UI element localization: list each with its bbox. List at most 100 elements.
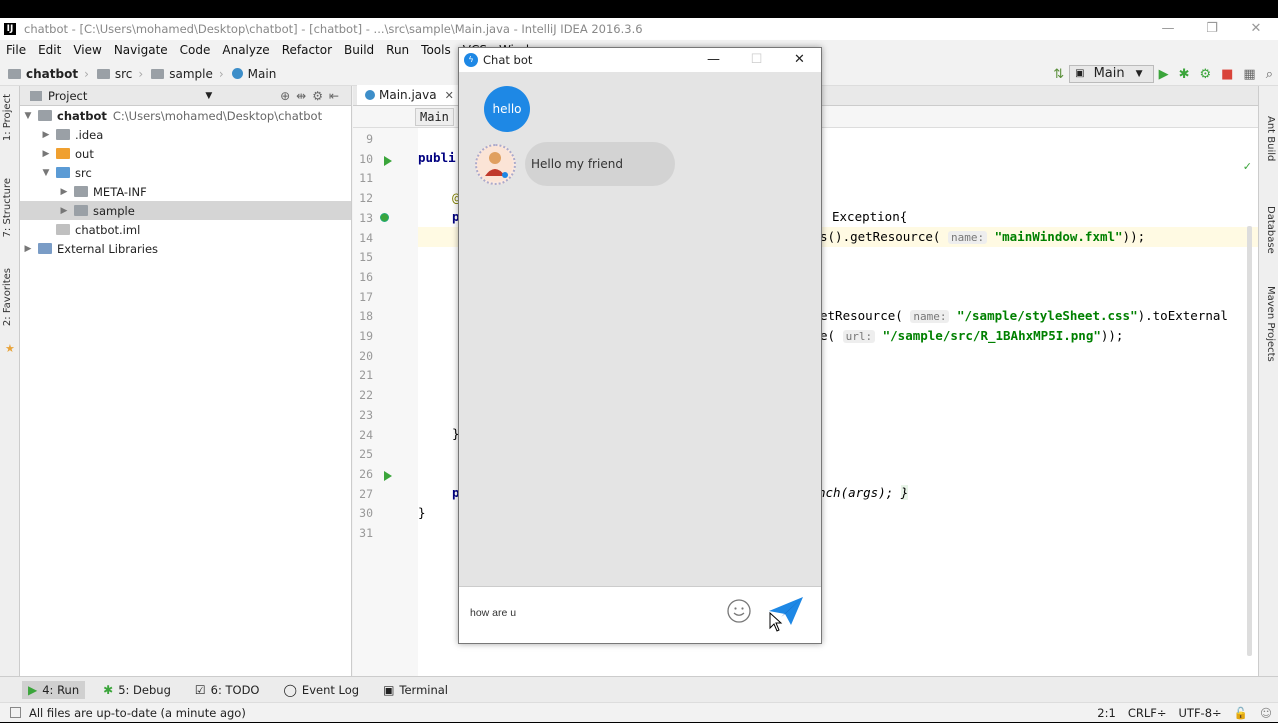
breadcrumb-sample[interactable]: sample › [151,67,224,81]
run-icon[interactable]: ▶ [1159,67,1169,82]
right-tool-strip: Ant Build Database Maven Projects [1258,86,1278,676]
tab-debug[interactable]: ✱ 5: Debug [97,681,177,699]
cursor-position[interactable]: 2:1 [1097,706,1116,720]
tree-item[interactable]: ▶ External Libraries [20,239,351,258]
menu-code[interactable]: Code [180,43,211,57]
chat-close-button[interactable]: ✕ [778,48,821,72]
tree-item-label: chatbot [57,108,107,123]
ide-titlebar: IJ chatbot - [C:\Users\mohamed\Desktop\c… [0,18,1278,40]
file-encoding[interactable]: UTF-8÷ [1179,706,1222,720]
folder-icon [151,68,165,79]
tree-arrow-icon[interactable]: ▶ [40,149,52,159]
tab-run[interactable]: ▶ 4: Run [22,680,86,699]
tree-arrow-icon[interactable]: ▼ [40,168,52,178]
close-tab-icon[interactable]: ✕ [445,89,454,102]
left-tool-strip: 1: Project 7: Structure 2: Favorites ★ [0,86,20,676]
tab-main-java[interactable]: Main.java ✕ [357,85,463,105]
editor-gutter: 9 10 11 12 13 14 15 16 17 18 19 20 21 22 23 24 25 26 27 30 3… [353,128,418,676]
tree-item[interactable]: ▶ META-INF [20,182,351,201]
outgoing-message: hello [484,86,530,132]
coverage-icon[interactable]: ⚙ [1199,67,1211,82]
tree-item-label: chatbot.iml [75,222,141,237]
tab-favorites[interactable]: 2: Favorites [2,268,13,326]
tab-maven-projects[interactable]: Maven Projects [1265,286,1276,362]
menu-refactor[interactable]: Refactor [282,43,332,57]
debug-icon[interactable]: ✱ [1179,67,1190,82]
tree-arrow-icon[interactable]: ▶ [58,187,70,197]
override-icon[interactable] [380,212,389,222]
breadcrumb-main[interactable]: Main [231,67,276,81]
menu-build[interactable]: Build [344,43,374,57]
chat-title: Chat bot [483,53,533,67]
status-toggle-icon[interactable] [10,707,21,718]
line-separator[interactable]: CRLF÷ [1128,706,1167,720]
maximize-button[interactable]: ❐ [1190,18,1234,40]
lock-icon[interactable]: 🔓 [1234,706,1248,720]
menu-tools[interactable]: Tools [421,43,451,57]
run-gutter-icon[interactable] [384,470,392,481]
inspector-icon[interactable]: ☺ [1260,706,1272,720]
bot-avatar [475,144,516,185]
event-log-icon: ◯ [283,682,297,697]
tab-todo[interactable]: ☑ 6: TODO [189,681,266,699]
tree-arrow-icon[interactable]: ▶ [22,244,34,254]
tree-item[interactable]: ▼ src [20,163,351,182]
status-bar: All files are up-to-date (a minute ago) … [0,702,1278,722]
messenger-icon: ϟ [464,53,478,67]
folder-icon [8,68,21,79]
chat-window: ϟ Chat bot — ☐ ✕ hello Hello my friend [458,47,822,644]
editor-breadcrumb[interactable]: Main [415,108,454,126]
close-button[interactable]: ✕ [1234,18,1278,40]
tree-item[interactable]: ▶ sample [20,201,351,220]
tab-ant-build[interactable]: Ant Build [1265,116,1276,161]
build-icon[interactable]: ⇅ [1053,67,1064,82]
run-config-select[interactable]: ▣ Main ▼ [1069,65,1154,83]
chevron-down-icon[interactable]: ▼ [205,91,212,101]
menu-navigate[interactable]: Navigate [114,43,168,57]
tab-database[interactable]: Database [1265,206,1276,254]
code-line-30: } [418,505,426,520]
incoming-message: Hello my friend [525,142,675,186]
folder-icon [74,205,88,216]
tree-item[interactable]: chatbot.iml [20,220,351,239]
line-number: 24 [359,427,373,442]
project-structure-icon[interactable]: ▦ [1243,67,1255,82]
emoji-icon[interactable] [727,599,751,623]
tab-event-log[interactable]: ◯ Event Log [277,681,365,699]
code-line-19: e( url: "/sample/src/R_1BAhxMP5I.png")); [820,328,1124,343]
menu-run[interactable]: Run [386,43,409,57]
tree-arrow-icon[interactable]: ▶ [40,130,52,140]
tree-item-label: .idea [75,127,104,142]
class-icon [231,68,243,79]
code-line-18: etResource( name: "/sample/styleSheet.cs… [820,308,1228,323]
editor-scrollbar[interactable] [1247,226,1252,656]
stop-icon[interactable]: ■ [1221,67,1233,82]
folder-icon [56,224,70,235]
chat-minimize-button[interactable]: — [692,48,735,72]
menu-file[interactable]: File [6,43,26,57]
project-panel-title: Project [48,88,88,103]
breadcrumb-src[interactable]: src › [96,67,143,81]
menu-analyze[interactable]: Analyze [222,43,269,57]
search-icon[interactable]: ⌕ [1266,67,1273,82]
tree-item[interactable]: ▶ out [20,144,351,163]
message-input[interactable] [470,607,710,619]
tree-item[interactable]: ▶ .idea [20,125,351,144]
tab-project[interactable]: 1: Project [2,94,13,141]
tree-item[interactable]: ▼ chatbot C:\Users\mohamed\Desktop\chatbot [20,106,351,125]
minimize-button[interactable]: — [1146,18,1190,40]
tree-arrow-icon[interactable]: ▶ [58,206,70,216]
bottom-tool-tabs: ▶ 4: Run ✱ 5: Debug ☑ 6: TODO ◯ Event Log ▣ T… [0,676,1278,702]
line-number: 26 [359,466,373,481]
panel-tools[interactable]: ⊕⇹⚙⇤ [280,89,345,103]
chat-maximize-button[interactable]: ☐ [735,48,778,72]
line-number: 22 [359,388,373,403]
breadcrumb-chatbot[interactable]: chatbot › [8,67,89,81]
menu-edit[interactable]: Edit [38,43,61,57]
run-gutter-icon[interactable] [384,155,392,166]
line-number: 15 [359,250,373,265]
menu-view[interactable]: View [73,43,101,57]
tree-arrow-icon[interactable]: ▼ [22,111,34,121]
tab-structure[interactable]: 7: Structure [2,178,13,237]
tab-terminal[interactable]: ▣ Terminal [377,681,454,699]
